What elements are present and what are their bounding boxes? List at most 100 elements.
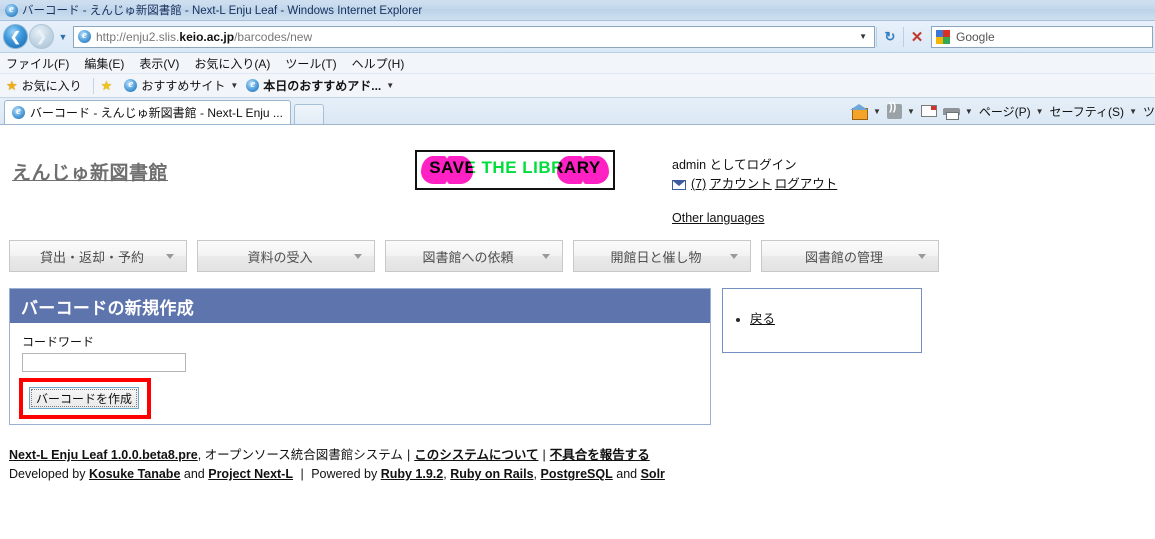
account-link[interactable]: アカウント xyxy=(709,175,772,194)
chevron-down-icon xyxy=(542,254,550,259)
nav-item-administration[interactable]: 図書館の管理 xyxy=(761,240,939,272)
new-tab-button[interactable] xyxy=(293,104,324,124)
window-title: バーコード - えんじゅ新図書館 - Next-L Enju Leaf - Wi… xyxy=(22,5,423,17)
menu-item-view[interactable]: 表示(V) xyxy=(139,55,179,72)
favorites-button[interactable]: ★ お気に入り xyxy=(6,77,82,94)
menu-item-help[interactable]: ヘルプ(H) xyxy=(352,55,405,72)
author-link[interactable]: Kosuke Tanabe xyxy=(89,467,180,481)
ruby-link[interactable]: Ruby 1.9.2 xyxy=(381,467,444,481)
chevron-down-icon[interactable]: ▼ xyxy=(230,81,238,90)
favorites-label: お気に入り xyxy=(21,79,82,93)
command-bar: ▼ ▼ ▼ ページ(P) ▼ セーフティ(S) ▼ ツ xyxy=(850,98,1155,124)
chevron-down-icon xyxy=(918,254,926,259)
project-link[interactable]: Project Next-L xyxy=(208,467,293,481)
rss-feed-icon xyxy=(886,101,902,119)
site-title-link[interactable]: えんじゅ新図書館 xyxy=(12,158,168,185)
report-bug-link[interactable]: 不具合を報告する xyxy=(550,448,650,462)
favorite-item-label: 本日のおすすめアド... xyxy=(263,79,382,93)
menu-item-tools[interactable]: ツール(T) xyxy=(285,55,336,72)
feeds-button[interactable]: ▼ xyxy=(886,101,915,119)
chevron-down-icon[interactable]: ▼ xyxy=(873,107,881,116)
chevron-down-icon[interactable]: ▼ xyxy=(1129,107,1137,116)
code-word-label: コードワード xyxy=(22,335,95,349)
login-status: admin としてログイン (7) アカウント ログアウト xyxy=(672,156,837,194)
side-links-box: 戻る xyxy=(722,288,922,353)
page-favicon-icon xyxy=(78,29,91,43)
nav-item-requests[interactable]: 図書館への依頼 xyxy=(385,240,563,272)
safety-menu-button[interactable]: セーフティ(S) ▼ xyxy=(1050,103,1137,120)
print-icon xyxy=(942,104,960,120)
print-button[interactable]: ▼ xyxy=(942,104,973,120)
chevron-down-icon[interactable]: ▼ xyxy=(907,107,915,116)
divider: | xyxy=(300,467,304,481)
page-title: バーコードの新規作成 xyxy=(21,298,194,318)
other-languages-link[interactable]: Other languages xyxy=(672,211,764,225)
back-arrow-icon[interactable]: ❮ xyxy=(3,24,28,49)
address-input[interactable]: http://enju2.slis.keio.ac.jp/barcodes/ne… xyxy=(96,30,312,44)
create-barcode-button[interactable]: バーコードを作成 xyxy=(29,387,140,409)
star-plus-icon: ★ xyxy=(100,77,113,93)
panel-header: バーコードの新規作成 xyxy=(10,289,710,323)
app-version-link[interactable]: Next-L Enju Leaf 1.0.0.beta8.pre xyxy=(9,448,198,462)
mail-button[interactable] xyxy=(920,105,937,117)
nav-item-events[interactable]: 開館日と催し物 xyxy=(573,240,751,272)
favorite-suggested-sites[interactable]: おすすめサイト ▼ xyxy=(124,77,238,94)
rails-link[interactable]: Ruby on Rails xyxy=(450,467,533,481)
address-bar[interactable]: http://enju2.slis.keio.ac.jp/barcodes/ne… xyxy=(73,25,875,48)
ie-logo-icon xyxy=(5,3,18,17)
safety-menu-label: セーフティ(S) xyxy=(1049,104,1125,119)
add-to-favorites-icon[interactable]: ★ xyxy=(101,78,117,94)
chevron-down-icon xyxy=(354,254,362,259)
search-input[interactable]: Google xyxy=(931,25,1153,48)
favorites-bar: ★ お気に入り ★ おすすめサイト ▼ 本日のおすすめアド... ▼ xyxy=(0,74,1155,98)
developed-by-label: Developed by xyxy=(9,467,86,481)
divider: | xyxy=(406,448,411,462)
login-status-text: admin としてログイン xyxy=(672,158,797,172)
logout-link[interactable]: ログアウト xyxy=(775,175,838,194)
favorite-daily-ad[interactable]: 本日のおすすめアド... ▼ xyxy=(246,77,394,94)
home-button[interactable]: ▼ xyxy=(850,103,881,120)
mail-icon xyxy=(920,105,937,117)
forward-arrow-icon[interactable]: ❯ xyxy=(29,24,54,49)
refresh-icon[interactable]: ↻ xyxy=(878,26,902,48)
postgresql-link[interactable]: PostgreSQL xyxy=(541,467,613,481)
code-word-input[interactable] xyxy=(22,353,186,372)
back-link[interactable]: 戻る xyxy=(750,312,775,326)
search-placeholder: Google xyxy=(956,29,995,44)
nav-item-label: 開館日と催し物 xyxy=(610,249,702,265)
chevron-down-icon[interactable]: ▼ xyxy=(965,107,973,116)
page-menu-button[interactable]: ページ(P) ▼ xyxy=(979,103,1044,120)
and-label: and xyxy=(183,467,205,481)
about-system-link[interactable]: このシステムについて xyxy=(414,448,538,462)
nav-item-acquisition[interactable]: 資料の受入 xyxy=(197,240,375,272)
home-icon xyxy=(850,103,869,120)
chevron-down-icon xyxy=(730,254,738,259)
chevron-down-icon[interactable]: ▼ xyxy=(1036,107,1044,116)
chevron-down-icon[interactable]: ▼ xyxy=(56,32,70,42)
menu-item-favorites[interactable]: お気に入り(A) xyxy=(194,55,270,72)
new-barcode-panel: バーコードの新規作成 コードワード バーコードを作成 xyxy=(9,288,711,425)
solr-link[interactable]: Solr xyxy=(641,467,665,481)
chevron-down-icon[interactable]: ▼ xyxy=(386,81,394,90)
nav-item-label: 資料の受入 xyxy=(247,249,313,265)
menu-bar: ファイル(F) 編集(E) 表示(V) お気に入り(A) ツール(T) ヘルプ(… xyxy=(0,53,1155,74)
barcode-form: コードワード バーコードを作成 xyxy=(10,323,710,419)
divider xyxy=(92,77,94,94)
menu-item-edit[interactable]: 編集(E) xyxy=(84,55,124,72)
comma: , xyxy=(533,467,538,481)
chevron-down-icon[interactable]: ▼ xyxy=(854,32,872,41)
star-icon: ★ xyxy=(6,77,18,93)
menu-item-file[interactable]: ファイル(F) xyxy=(6,55,69,72)
favorite-item-label: おすすめサイト xyxy=(141,79,226,93)
stop-x-icon[interactable]: ✕ xyxy=(905,26,929,48)
browser-window: バーコード - えんじゅ新図書館 - Next-L Enju Leaf - Wi… xyxy=(0,0,1155,539)
tab-active[interactable]: バーコード - えんじゅ新図書館 - Next-L Enju ... xyxy=(4,100,291,124)
tools-menu-button[interactable]: ツ xyxy=(1143,103,1155,120)
tab-bar: バーコード - えんじゅ新図書館 - Next-L Enju ... ▼ ▼ ▼… xyxy=(0,98,1155,125)
save-the-library-banner: SAVE THE LIBRARY xyxy=(415,150,615,190)
nav-item-circulation[interactable]: 貸出・返却・予約 xyxy=(9,240,187,272)
page-header: えんじゅ新図書館 SAVE THE LIBRARY admin としてログイン … xyxy=(0,148,1155,240)
chevron-down-icon xyxy=(166,254,174,259)
nav-item-label: 図書館への依頼 xyxy=(422,249,514,265)
message-count-link[interactable]: (7) xyxy=(691,175,706,194)
